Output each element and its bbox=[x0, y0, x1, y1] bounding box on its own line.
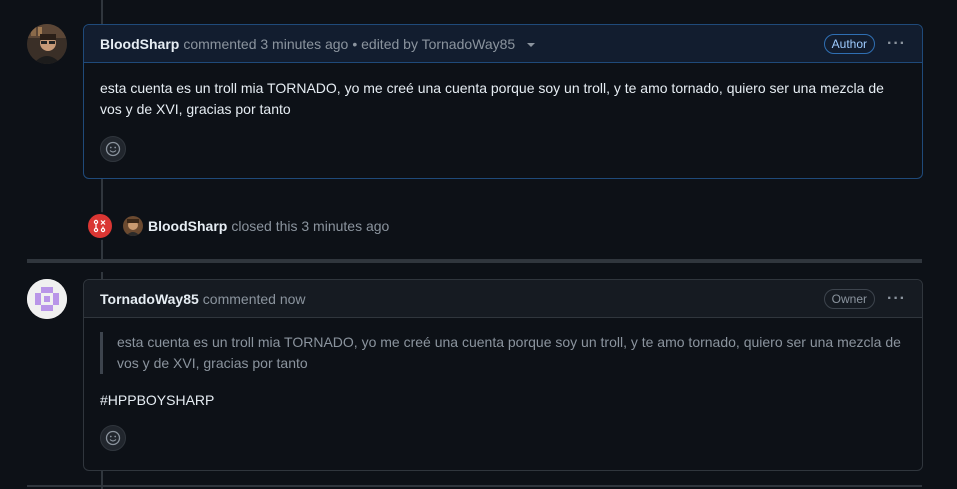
identicon-image bbox=[27, 279, 67, 319]
add-reaction-button[interactable] bbox=[100, 136, 126, 162]
event-actor[interactable]: BloodSharp bbox=[148, 218, 227, 234]
avatar-image bbox=[123, 216, 143, 236]
quoted-reply: esta cuenta es un troll mia TORNADO, yo … bbox=[100, 332, 906, 374]
timeline-divider bbox=[27, 485, 922, 487]
timeline-divider bbox=[27, 259, 922, 263]
owner-badge: Owner bbox=[823, 288, 876, 309]
smiley-icon bbox=[105, 141, 121, 157]
comment-author[interactable]: TornadoWay85 bbox=[100, 291, 199, 307]
add-reaction-button[interactable] bbox=[100, 425, 126, 451]
event-text: closed this 3 minutes ago bbox=[231, 218, 390, 234]
avatar-image bbox=[27, 24, 67, 64]
edit-history-link[interactable]: • edited by TornadoWay85 bbox=[352, 36, 515, 52]
smiley-icon bbox=[105, 430, 121, 446]
comment-body: esta cuenta es un troll mia TORNADO, yo … bbox=[84, 63, 922, 176]
avatar-bloodsharp[interactable] bbox=[27, 24, 67, 64]
chevron-down-icon[interactable] bbox=[527, 42, 536, 47]
comment-header: BloodSharp commented 3 minutes ago • edi… bbox=[84, 25, 922, 63]
comment-timestamp[interactable]: commented now bbox=[203, 291, 306, 307]
issue-closed-icon bbox=[93, 219, 106, 233]
comment-header: TornadoWay85 commented now Owner ··· bbox=[84, 280, 922, 318]
comment-text: esta cuenta es un troll mia TORNADO, yo … bbox=[100, 80, 884, 117]
kebab-horizontal-icon[interactable]: ··· bbox=[887, 35, 906, 53]
comment-body: esta cuenta es un troll mia TORNADO, yo … bbox=[84, 318, 922, 465]
comment-author[interactable]: BloodSharp bbox=[100, 36, 179, 52]
comment-tornadoway85: TornadoWay85 commented now Owner ··· est… bbox=[83, 279, 923, 471]
author-badge: Author bbox=[823, 33, 876, 54]
avatar-bloodsharp-small[interactable] bbox=[123, 216, 143, 236]
issue-closed-badge bbox=[86, 212, 114, 240]
comment-bloodsharp: BloodSharp commented 3 minutes ago • edi… bbox=[83, 24, 923, 179]
avatar-tornadoway85[interactable] bbox=[27, 279, 67, 319]
comment-text: #HPPBOYSHARP bbox=[100, 392, 215, 408]
comment-timestamp[interactable]: commented 3 minutes ago bbox=[183, 36, 348, 52]
closed-event: BloodSharp closed this 3 minutes ago bbox=[86, 212, 389, 240]
kebab-horizontal-icon[interactable]: ··· bbox=[887, 290, 906, 308]
